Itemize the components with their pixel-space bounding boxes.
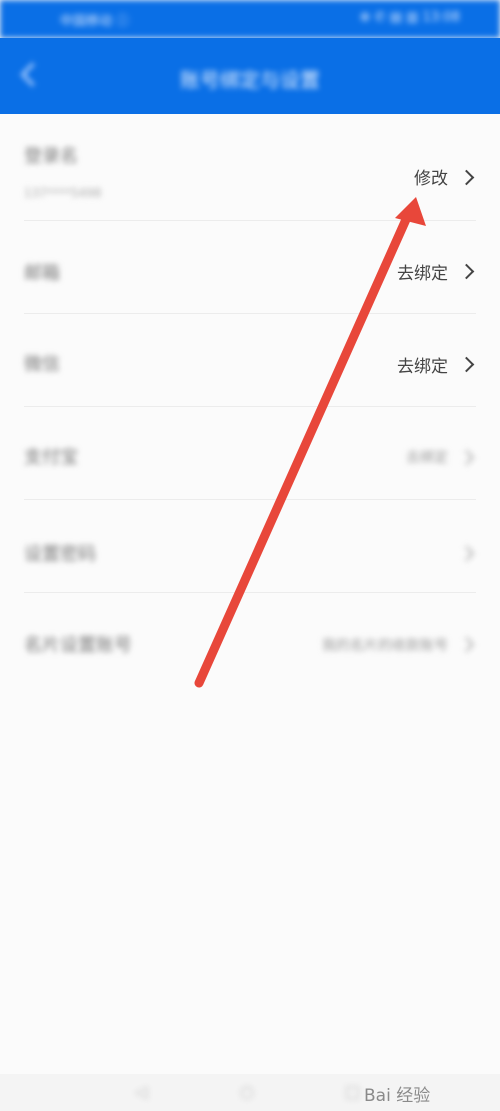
red-arrow-annotation — [194, 197, 426, 688]
